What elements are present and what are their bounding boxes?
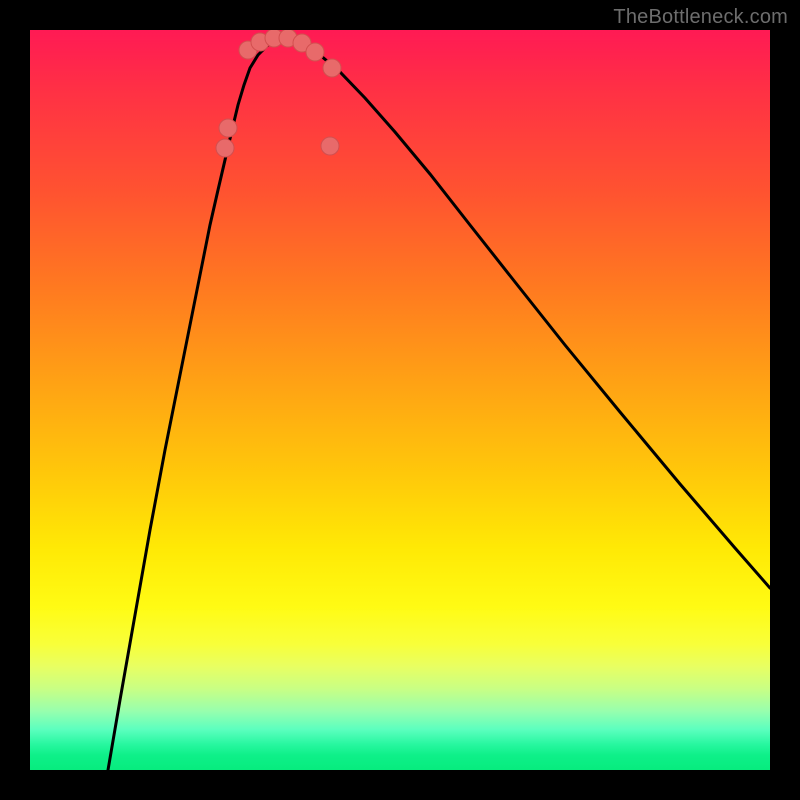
right-outlier [321,137,339,155]
bottleneck-curve [108,39,770,770]
plot-area [30,30,770,770]
left-cluster-2 [219,119,237,137]
watermark-text: TheBottleneck.com [613,6,788,29]
trough-6 [306,43,324,61]
right-1 [323,59,341,77]
marker-group [216,30,341,157]
chart-svg [30,30,770,770]
chart-frame: TheBottleneck.com [0,0,800,800]
left-cluster-1 [216,139,234,157]
